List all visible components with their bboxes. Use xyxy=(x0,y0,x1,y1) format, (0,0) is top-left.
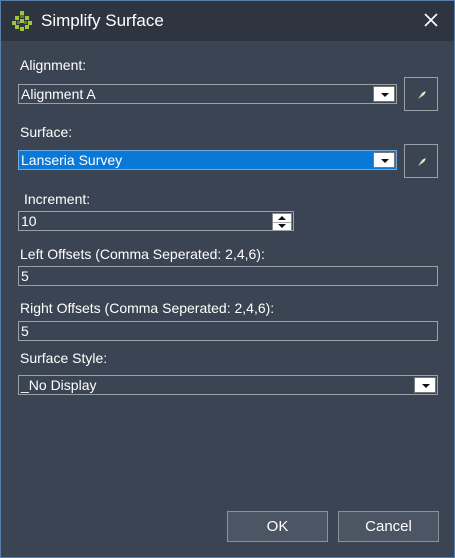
left-offsets-label: Left Offsets (Comma Seperated: 2,4,6): xyxy=(20,246,265,262)
pick-cursor-icon xyxy=(418,91,426,99)
alignment-dropdown[interactable]: Alignment A xyxy=(18,84,397,104)
surface-style-dropdown[interactable]: _No Display xyxy=(18,375,438,395)
pick-cursor-icon xyxy=(418,158,426,166)
right-offsets-value: 5 xyxy=(21,323,29,339)
cancel-button[interactable]: Cancel xyxy=(338,511,439,542)
alignment-label: Alignment: xyxy=(20,57,87,73)
surface-value: Lanseria Survey xyxy=(21,152,123,168)
title-bar[interactable]: Simplify Surface xyxy=(1,1,454,41)
surface-style-value: _No Display xyxy=(21,377,97,393)
close-icon[interactable] xyxy=(420,9,442,31)
surface-label: Surface: xyxy=(20,124,73,140)
stepper-buttons xyxy=(272,213,292,230)
ok-button[interactable]: OK xyxy=(227,511,328,542)
pick-surface-button[interactable] xyxy=(404,144,438,178)
left-offsets-value: 5 xyxy=(21,268,29,284)
window-title: Simplify Surface xyxy=(41,11,164,30)
chevron-down-icon[interactable] xyxy=(373,86,395,102)
surface-style-label: Surface Style: xyxy=(20,350,108,366)
increment-label: Increment: xyxy=(24,191,91,207)
civil-surface-icon xyxy=(12,11,32,31)
right-offsets-input[interactable]: 5 xyxy=(18,321,438,341)
alignment-value: Alignment A xyxy=(21,86,96,102)
left-offsets-input[interactable]: 5 xyxy=(18,266,438,286)
chevron-down-icon[interactable] xyxy=(414,377,436,393)
increment-down-icon[interactable] xyxy=(273,222,291,230)
dialog-window: Simplify Surface Alignment: Alignment A … xyxy=(0,0,455,558)
pick-alignment-button[interactable] xyxy=(404,77,438,111)
surface-dropdown[interactable]: Lanseria Survey xyxy=(18,150,397,170)
right-offsets-label: Right Offsets (Comma Seperated: 2,4,6): xyxy=(20,300,275,316)
increment-value: 10 xyxy=(21,213,37,229)
chevron-down-icon[interactable] xyxy=(373,152,395,168)
increment-stepper[interactable]: 10 xyxy=(18,211,294,231)
